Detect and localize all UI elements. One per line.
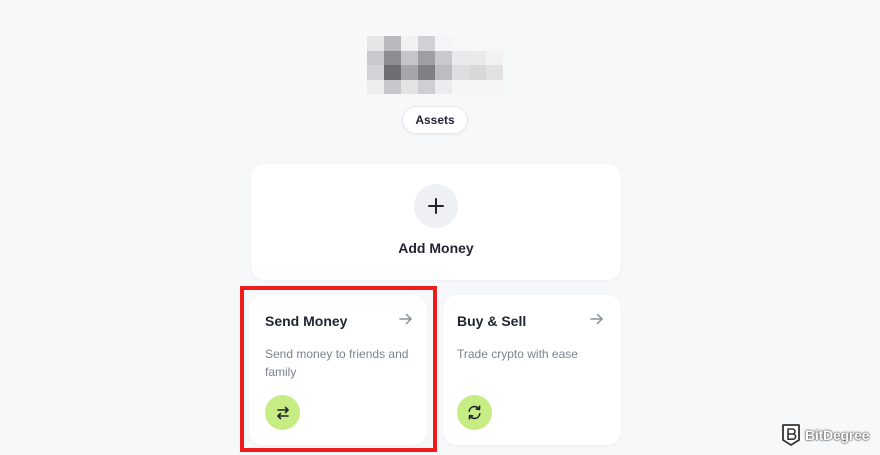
send-money-title: Send Money [265,313,348,329]
send-money-card[interactable]: Send Money Send money to friends and fam… [249,295,427,445]
plus-icon [428,198,444,214]
watermark-text: BitDegree [805,427,870,443]
bitdegree-logo-icon [782,424,800,446]
bitdegree-watermark: BitDegree [781,423,870,447]
redacted-balance [367,36,503,94]
swap-arrows-icon [276,406,289,419]
assets-button[interactable]: Assets [402,106,468,134]
add-money-button[interactable] [414,184,458,228]
buy-sell-description: Trade crypto with ease [457,347,578,361]
refresh-icon [468,405,481,420]
send-money-description: Send money to friends and family [265,347,409,379]
buy-sell-icon-button[interactable] [457,395,492,430]
assets-button-label: Assets [415,113,455,127]
buy-sell-title: Buy & Sell [457,313,527,329]
buy-sell-card[interactable]: Buy & Sell Trade crypto with ease [443,295,621,445]
arrow-right-icon [590,313,603,325]
send-money-icon-button[interactable] [265,395,300,430]
add-money-label: Add Money [398,240,474,256]
arrow-right-icon [399,313,412,325]
